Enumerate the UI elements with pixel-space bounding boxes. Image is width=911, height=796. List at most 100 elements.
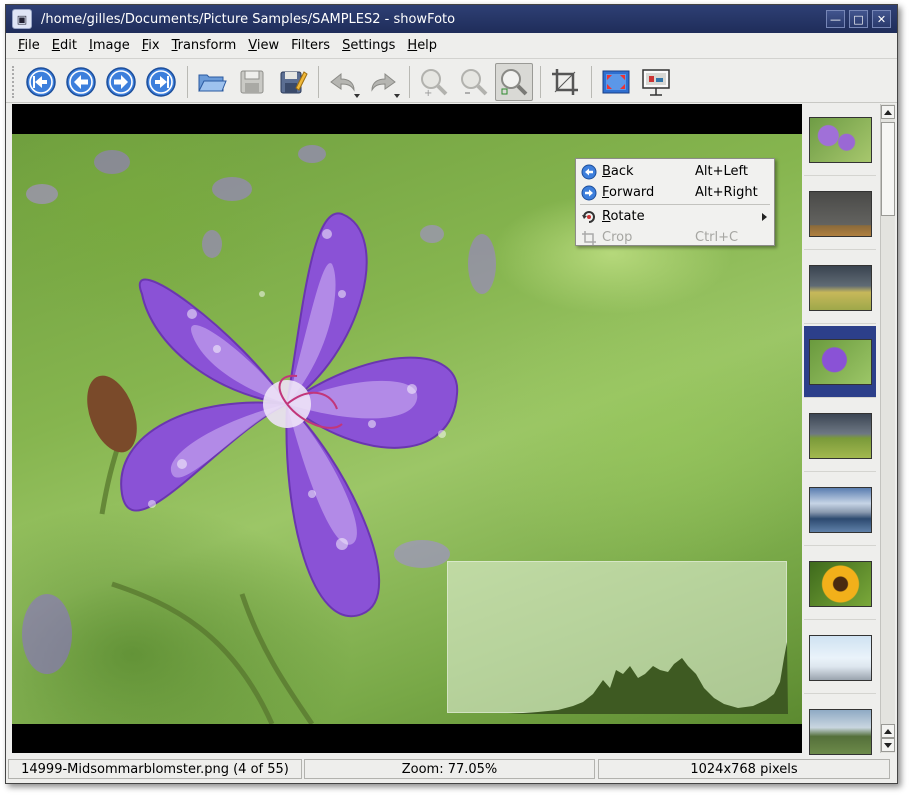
menu-image-label: mage: [92, 37, 130, 53]
submenu-arrow-icon: [762, 213, 767, 221]
thumbnail-item-selected[interactable]: [804, 326, 876, 398]
context-menu-back-label: Back: [602, 164, 774, 179]
first-image-button[interactable]: [22, 63, 60, 101]
save-as-icon: [280, 70, 308, 93]
context-menu-rotate-rest: otate: [610, 209, 645, 224]
toolbar-separator: [591, 65, 592, 98]
crop-button[interactable]: [546, 63, 584, 101]
menu-transform[interactable]: Transform: [166, 33, 243, 59]
thumbnail-item[interactable]: [804, 400, 876, 472]
menu-file-label: ile: [24, 37, 40, 53]
fullscreen-button[interactable]: [597, 63, 635, 101]
redo-button[interactable]: [364, 63, 402, 101]
app-icon[interactable]: ▣: [12, 9, 32, 29]
menu-edit[interactable]: Edit: [46, 33, 83, 59]
close-icon: ✕: [876, 12, 887, 26]
zoom-fit-icon: [501, 68, 528, 95]
context-menu-back[interactable]: Back Alt+Left: [576, 161, 774, 182]
menu-help-mnemonic: H: [407, 37, 418, 53]
menu-transform-label: ransform: [177, 37, 237, 53]
save-icon: [240, 70, 264, 93]
zoom-out-button[interactable]: [455, 63, 493, 101]
first-icon: [26, 66, 56, 97]
thumbnail-image: [808, 264, 872, 311]
menu-help[interactable]: Help: [401, 33, 443, 59]
scroll-down-button[interactable]: [881, 738, 895, 752]
undo-button[interactable]: [324, 63, 362, 101]
status-filename: 14999-Midsommarblomster.png (4 of 55): [8, 759, 302, 779]
context-menu-forward[interactable]: Forward Alt+Right: [576, 182, 774, 203]
back-button[interactable]: [62, 63, 100, 101]
context-menu-back-mnemonic: B: [602, 164, 611, 179]
thumbnail-image: [808, 560, 872, 607]
scroll-up-button-lower[interactable]: [881, 724, 895, 738]
zoom-in-icon: +: [421, 68, 448, 98]
context-menu-separator: [580, 204, 770, 205]
fullscreen-icon: [602, 70, 630, 93]
status-bar: 14999-Midsommarblomster.png (4 of 55) Zo…: [6, 757, 897, 783]
context-menu-forward-mnemonic: F: [602, 185, 610, 200]
thumbnail-item[interactable]: [804, 474, 876, 546]
window-title: /home/gilles/Documents/Picture Samples/S…: [41, 11, 456, 27]
toolbar-separator: [318, 65, 319, 98]
menu-edit-mnemonic: E: [51, 37, 60, 53]
open-folder-icon: [198, 74, 227, 91]
menu-bar: File Edit Image Fix Transform View Filte…: [6, 33, 897, 59]
scroll-up-button[interactable]: [881, 105, 895, 119]
thumbnail-image: [808, 708, 872, 755]
slideshow-icon: [642, 68, 670, 96]
menu-fix[interactable]: Fix: [136, 33, 166, 59]
title-bar[interactable]: ▣ /home/gilles/Documents/Picture Samples…: [6, 5, 897, 33]
toolbar-separator: [409, 65, 410, 98]
thumbnail-image: [808, 634, 872, 681]
thumbnail-item[interactable]: [804, 622, 876, 694]
scroll-up-icon: [884, 109, 892, 115]
crop-icon: [581, 230, 597, 246]
status-dimensions: 1024x768 pixels: [598, 759, 890, 779]
context-menu-rotate[interactable]: Rotate: [576, 206, 774, 227]
close-button[interactable]: ✕: [872, 10, 891, 28]
forward-icon: [581, 185, 597, 201]
undo-dropdown-icon[interactable]: [354, 93, 360, 98]
zoom-out-icon: [461, 68, 488, 95]
scroll-down-icon: [884, 742, 892, 748]
last-image-button[interactable]: [142, 63, 180, 101]
thumbnail-bar: [804, 104, 878, 768]
thumbnail-scrollbar[interactable]: [880, 104, 895, 753]
crop-icon: [552, 68, 578, 95]
slideshow-button[interactable]: [637, 63, 675, 101]
scrollbar-handle[interactable]: [881, 122, 895, 216]
menu-filters-label: Filters: [291, 37, 331, 53]
menu-filters[interactable]: Filters: [285, 33, 336, 59]
thumbnail-item[interactable]: [804, 104, 876, 176]
minimize-button[interactable]: —: [826, 10, 845, 28]
thumbnail-image: [808, 338, 872, 385]
open-button[interactable]: [193, 63, 231, 101]
menu-file[interactable]: File: [12, 33, 46, 59]
save-button[interactable]: [233, 63, 271, 101]
histogram-graph: [448, 642, 788, 714]
toolbar-grip[interactable]: [12, 65, 16, 98]
toolbar-separator: [187, 65, 188, 98]
context-menu-crop-shortcut: Ctrl+C: [695, 230, 739, 245]
menu-help-label: elp: [417, 37, 438, 53]
menu-settings[interactable]: Settings: [336, 33, 401, 59]
thumbnail-item[interactable]: [804, 548, 876, 620]
zoom-in-button[interactable]: +: [415, 63, 453, 101]
menu-image[interactable]: Image: [83, 33, 136, 59]
redo-dropdown-icon[interactable]: [394, 93, 400, 98]
back-icon: [581, 164, 597, 180]
thumbnail-item[interactable]: [804, 252, 876, 324]
forward-button[interactable]: [102, 63, 140, 101]
menu-view[interactable]: View: [242, 33, 285, 59]
menu-edit-label: dit: [60, 37, 77, 53]
thumbnail-image: [808, 190, 872, 237]
save-as-button[interactable]: [273, 63, 311, 101]
thumbnail-item[interactable]: [804, 178, 876, 250]
zoom-fit-button[interactable]: [495, 62, 533, 101]
menu-view-mnemonic: V: [248, 37, 257, 53]
thumbnail-image: [808, 412, 872, 459]
last-icon: [146, 66, 176, 97]
context-menu-back-rest: ack: [610, 164, 634, 179]
maximize-button[interactable]: □: [849, 10, 868, 28]
